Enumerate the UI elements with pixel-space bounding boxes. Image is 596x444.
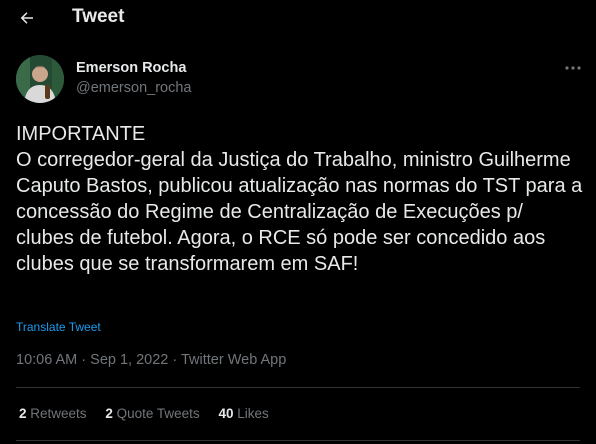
quote-tweets-count: 2 — [105, 406, 113, 421]
divider — [16, 440, 580, 441]
arrow-left-icon — [20, 12, 33, 24]
tweet-timestamp[interactable]: 10:06 AM · Sep 1, 2022 · Twitter Web App — [16, 352, 286, 368]
retweets-count: 2 — [19, 406, 27, 421]
quote-tweets-stat[interactable]: 2 Quote Tweets — [105, 406, 199, 421]
tweet-stats: 2 Retweets 2 Quote Tweets 40 Likes — [19, 406, 284, 421]
more-horizontal-icon — [565, 66, 581, 70]
quote-tweets-label: Quote Tweets — [116, 406, 200, 421]
author-handle[interactable]: @emerson_rocha — [76, 80, 191, 96]
retweets-stat[interactable]: 2 Retweets — [19, 406, 87, 421]
back-button[interactable] — [12, 3, 42, 33]
more-options-button[interactable] — [560, 58, 586, 78]
divider — [16, 387, 580, 388]
page-title: Tweet — [72, 6, 125, 27]
likes-stat[interactable]: 40 Likes — [218, 406, 268, 421]
tweet-text: IMPORTANTE O corregedor-geral da Justiça… — [16, 123, 583, 275]
translate-tweet-link[interactable]: Translate Tweet — [16, 320, 101, 334]
tweet-header: Tweet — [0, 0, 596, 37]
profile-photo-icon — [16, 55, 64, 103]
likes-count: 40 — [218, 406, 234, 421]
author-name[interactable]: Emerson Rocha — [76, 60, 186, 76]
retweets-label: Retweets — [30, 406, 87, 421]
avatar[interactable] — [16, 55, 64, 103]
likes-label: Likes — [237, 406, 269, 421]
